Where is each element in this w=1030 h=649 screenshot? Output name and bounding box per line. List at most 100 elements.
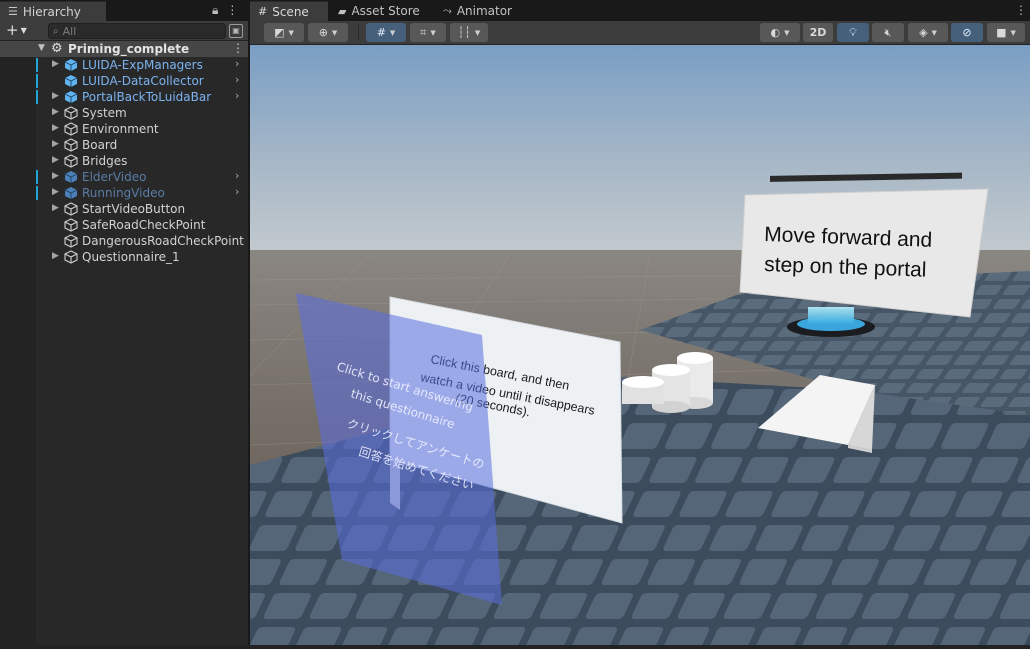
expand-right-icon[interactable]: ▶	[52, 123, 59, 133]
chevron-right-icon[interactable]: ›	[235, 57, 239, 70]
scene-viewport[interactable]: Move forward and step on the portal Clic…	[250, 45, 1030, 645]
hierarchy-item[interactable]: SafeRoadCheckPoint	[0, 217, 248, 233]
expand-right-icon[interactable]: ▶	[52, 171, 59, 181]
audio-mute-icon: 🔇︎	[884, 25, 892, 39]
caret-down-icon: ▼	[1010, 28, 1016, 37]
draw-mode-dropdown[interactable]: ◩ ▼	[264, 23, 304, 42]
hierarchy-item[interactable]: ▶ LUIDA-ExpManagers ›	[0, 57, 248, 73]
kebab-menu-icon[interactable]: ⋮	[1015, 3, 1027, 17]
caret-down-icon: ▼	[389, 28, 396, 37]
hierarchy-item[interactable]: ▶ Board	[0, 137, 248, 153]
global-local-dropdown[interactable]: ⊕ ▼	[308, 23, 348, 42]
snap-dropdown[interactable]: ⌗ ▼	[410, 23, 446, 42]
hierarchy-item-label: PortalBackToLuidaBar	[82, 90, 212, 104]
tab-scene[interactable]: # Scene	[250, 1, 328, 21]
hierarchy-item[interactable]: ▶ Environment	[0, 121, 248, 137]
prefab-override-marker	[36, 74, 38, 88]
effects-dropdown[interactable]: ◈ ▼	[908, 23, 948, 42]
hierarchy-item[interactable]: ▶ Questionnaire_1	[0, 249, 248, 265]
draw-mode-icon: ◩	[274, 26, 285, 39]
lock-icon[interactable]: 🔒︎	[212, 3, 218, 18]
expand-right-icon[interactable]: ▶	[52, 155, 59, 165]
gameobject-icon	[64, 154, 78, 168]
hierarchy-item-label: Bridges	[82, 154, 128, 168]
prefab-override-marker	[36, 58, 38, 72]
hierarchy-item[interactable]: ▶ Bridges	[0, 153, 248, 169]
add-object-button[interactable]: + ▼	[6, 22, 38, 40]
caret-down-icon: ▼	[288, 28, 294, 37]
tab-hierarchy-label: Hierarchy	[22, 4, 81, 19]
hierarchy-item-label: ElderVideo	[82, 170, 147, 184]
mode-2d-button[interactable]: 2D	[803, 23, 833, 42]
hierarchy-item[interactable]: ▶ System	[0, 105, 248, 121]
tab-hierarchy[interactable]: ☰ Hierarchy	[0, 1, 106, 21]
expand-right-icon[interactable]: ▶	[52, 187, 59, 197]
caret-down-icon: ▼	[430, 28, 436, 37]
chevron-right-icon[interactable]: ›	[235, 185, 239, 198]
hierarchy-item[interactable]: LUIDA-DataCollector ›	[0, 73, 248, 89]
expand-right-icon[interactable]: ▶	[52, 203, 59, 213]
search-filter-icon[interactable]: ▣	[229, 24, 243, 38]
caret-down-icon: ▼	[331, 28, 338, 37]
hierarchy-search[interactable]: ⌕	[48, 23, 226, 39]
hierarchy-item-label: System	[82, 106, 127, 120]
prefab-override-marker	[36, 170, 38, 184]
tab-animator[interactable]: ⤳ Animator	[435, 1, 525, 21]
chevron-right-icon[interactable]: ›	[235, 73, 239, 86]
grid-toggle-dropdown[interactable]: # ▼	[366, 23, 406, 42]
camera-dropdown[interactable]: ■ ▼	[987, 23, 1025, 42]
hierarchy-item-label: DangerousRoadCheckPoint	[82, 234, 244, 248]
search-input[interactable]	[62, 24, 213, 38]
tab-asset-store-label: Asset Store	[351, 4, 420, 18]
kebab-menu-icon[interactable]: ⋮	[226, 3, 238, 18]
chevron-right-icon[interactable]: ›	[235, 169, 239, 182]
hierarchy-toolbar: +▼ ⌕ ▣	[0, 21, 248, 41]
expand-right-icon[interactable]: ▶	[52, 139, 59, 149]
hierarchy-item[interactable]: ▶ ElderVideo ›	[0, 169, 248, 185]
plus-icon: +	[6, 21, 19, 39]
visibility-toggle[interactable]: ⊘	[951, 23, 983, 42]
toolbar-separator	[358, 25, 359, 40]
prefab-icon	[64, 74, 78, 88]
scene-name: Priming_complete	[68, 42, 190, 56]
scene-tab-bar: # Scene ▰ Asset Store ⤳ Animator ⋮	[250, 0, 1030, 21]
hierarchy-item[interactable]: ▶ RunningVideo ›	[0, 185, 248, 201]
hierarchy-item[interactable]: DangerousRoadCheckPoint	[0, 233, 248, 249]
layers-icon: ◈	[919, 26, 928, 39]
scene-menu-icon[interactable]: ⋮	[232, 41, 244, 55]
search-icon: ⌕	[53, 25, 59, 37]
hierarchy-tree: ▼ ⚙ Priming_complete ⋮ ▶ LUIDA-ExpManager…	[0, 41, 248, 649]
hierarchy-item-label: StartVideoButton	[82, 202, 186, 216]
shading-mode-dropdown[interactable]: ◐ ▼	[760, 23, 800, 42]
globe-icon: ⊕	[318, 26, 328, 39]
expand-right-icon[interactable]: ▶	[52, 251, 59, 261]
expand-right-icon[interactable]: ▶	[52, 91, 59, 101]
hierarchy-panel: ☰ Hierarchy 🔒︎ ⋮ +▼ ⌕ ▣ ▼ ⚙ Priming_comp…	[0, 0, 248, 649]
scene-panel: # Scene ▰ Asset Store ⤳ Animator ⋮ ◩ ▼ ⊕ ▼…	[250, 0, 1030, 649]
chevron-right-icon[interactable]: ›	[235, 89, 239, 102]
gameobject-icon	[64, 138, 78, 152]
prefab-icon	[64, 58, 78, 72]
sphere-icon: ◐	[770, 26, 781, 39]
shopping-bag-icon: ▰	[338, 4, 347, 18]
tab-asset-store[interactable]: ▰ Asset Store	[330, 1, 430, 21]
hierarchy-tab-bar: ☰ Hierarchy 🔒︎ ⋮	[0, 0, 248, 21]
audio-toggle[interactable]: 🔇︎	[872, 23, 904, 42]
grid-icon: #	[376, 26, 386, 39]
bottom-border	[0, 645, 1030, 649]
prefab-icon	[64, 186, 78, 200]
expand-right-icon[interactable]: ▶	[52, 59, 59, 69]
unity-scene-icon: ⚙	[51, 41, 63, 56]
hierarchy-item[interactable]: ▶ StartVideoButton	[0, 201, 248, 217]
increment-snap-dropdown[interactable]: ┆┆ ▼	[450, 23, 488, 42]
hierarchy-item[interactable]: ▶ PortalBackToLuidaBar ›	[0, 89, 248, 105]
expand-right-icon[interactable]: ▶	[52, 107, 59, 117]
hierarchy-item-label: Environment	[82, 122, 159, 136]
hierarchy-item-label: Questionnaire_1	[82, 250, 180, 264]
lighting-toggle[interactable]: 💡︎	[837, 23, 869, 42]
hierarchy-item-label: LUIDA-DataCollector	[82, 74, 204, 88]
caret-down-icon: ▼	[931, 28, 937, 37]
expand-down-icon[interactable]: ▼	[38, 43, 45, 53]
caret-down-icon: ▼	[474, 28, 481, 37]
scene-root-row[interactable]: ▼ ⚙ Priming_complete ⋮	[0, 41, 248, 57]
